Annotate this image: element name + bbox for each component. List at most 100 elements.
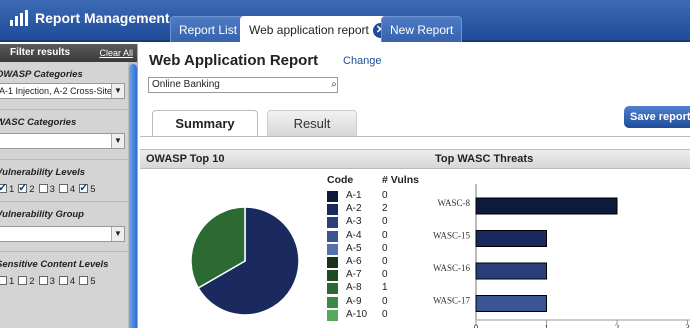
legend-swatch <box>327 283 338 295</box>
sensitive-level-3[interactable]: 3 <box>38 276 55 287</box>
tab-summary[interactable]: Summary <box>152 110 258 136</box>
save-report-button[interactable]: Save report <box>624 106 690 128</box>
checkbox[interactable] <box>58 184 68 193</box>
legend-vulns: 0 <box>382 295 388 307</box>
bar-WASC-8 <box>475 197 618 215</box>
legend-code: A-2 <box>346 203 362 215</box>
checkbox[interactable] <box>0 181 7 194</box>
checkbox[interactable] <box>58 276 68 285</box>
bar-WASC-17 <box>475 295 547 312</box>
legend-code: A-7 <box>346 269 362 281</box>
checkbox-label: 4 <box>69 184 76 195</box>
legend-code: A-3 <box>346 216 362 228</box>
save-label: Save report <box>630 111 690 123</box>
checkbox-label: 3 <box>49 276 55 287</box>
checkbox-label: 1 <box>9 276 15 287</box>
sensitive-level-5[interactable]: 5 <box>79 276 95 287</box>
search-value: Online Banking <box>152 79 220 90</box>
vuln-level-1[interactable]: 1 <box>0 181 14 195</box>
legend-vulns: 1 <box>382 282 388 294</box>
sidebar-scrollbar[interactable] <box>128 62 137 328</box>
checkbox[interactable] <box>79 181 88 194</box>
search-icon[interactable]: ⌕ <box>330 78 338 92</box>
owasp-categories-select[interactable]: A-1 Injection, A-2 Cross-Site ▼ <box>0 83 125 99</box>
sensitive-level-4[interactable]: 4 <box>58 276 75 287</box>
legend-swatch <box>327 230 338 242</box>
wasc-categories-label: WASC Categories <box>0 117 77 128</box>
app-brand: Report Management <box>10 10 170 26</box>
checkbox[interactable] <box>79 276 89 285</box>
vuln-level-5[interactable]: 5 <box>79 181 96 195</box>
tab-result[interactable]: Result <box>267 110 357 136</box>
checkbox-label: 5 <box>90 184 96 195</box>
filter-title: Filter results <box>10 47 71 58</box>
legend-swatch <box>327 204 338 216</box>
legend-vulns: 0 <box>382 308 388 320</box>
legend-vulns: 0 <box>382 229 388 241</box>
legend-code: A-6 <box>346 256 362 267</box>
legend-swatch <box>327 217 338 229</box>
change-link[interactable]: Change <box>343 55 382 67</box>
tab-web-application-report[interactable]: Web application report✕ <box>240 16 397 42</box>
legend-swatch <box>327 296 338 308</box>
select-value: A-1 Injection, A-2 Cross-Site <box>0 86 113 96</box>
top-bar: Report Management Report List Web applic… <box>0 0 690 42</box>
bar-WASC-15 <box>475 230 547 247</box>
bar-label: WASC-16 <box>433 263 471 273</box>
bar-label: WASC-17 <box>433 296 471 306</box>
x-tick-label: 2 <box>615 323 620 328</box>
owasp-panel-title: OWASP Top 10 <box>146 153 225 165</box>
checkbox[interactable] <box>0 276 7 285</box>
legend-vulns: 0 <box>382 269 388 281</box>
legend-code: A-8 <box>346 282 362 294</box>
checkbox[interactable] <box>18 181 28 194</box>
checkbox[interactable] <box>38 184 48 193</box>
tab-underline <box>140 136 690 137</box>
checkbox-label: 5 <box>90 276 96 287</box>
legend-swatch <box>327 257 338 268</box>
vulnerability-group-label: Vulnerability Group <box>0 209 84 220</box>
vuln-level-3[interactable]: 3 <box>38 184 55 195</box>
legend-code: A-1 <box>346 190 362 201</box>
chevron-down-icon: ▼ <box>111 84 124 98</box>
legend-vulns: 0 <box>382 216 388 228</box>
search-input[interactable]: Online Banking ⌕ <box>148 77 338 93</box>
vuln-level-2[interactable]: 2 <box>18 181 35 195</box>
checkbox-label: 3 <box>49 184 55 195</box>
tab-label: New Report <box>390 23 454 37</box>
bar-WASC-16 <box>475 262 547 280</box>
page-title: Web Application Report <box>149 52 319 69</box>
vulnerability-levels-checks: 1 2 3 4 5 <box>0 181 137 195</box>
legend-vulns: 0 <box>382 256 388 267</box>
checkbox[interactable] <box>38 276 48 285</box>
vulnerability-levels-label: Vulnerability Levels <box>0 167 86 178</box>
scrollbar-thumb[interactable] <box>129 64 137 328</box>
tab-label: Web application report <box>249 23 369 37</box>
bar-label: WASC-8 <box>437 198 470 208</box>
bar-label: WASC-15 <box>433 231 471 241</box>
wasc-bar-chart: WASC-8 WASC-15 WASC-16 WASC-17 0 1 2 3 <box>433 184 690 328</box>
app-title: Report Management <box>35 10 170 26</box>
vulns-header: # Vulns <box>382 174 419 186</box>
sensitive-content-levels-checks: 1 2 3 4 5 <box>0 276 137 287</box>
vulnerability-group-select[interactable]: ▼ <box>0 226 125 242</box>
owasp-pie-chart <box>190 206 300 316</box>
legend-code: A-10 <box>346 308 368 320</box>
legend-swatch <box>327 309 338 321</box>
legend-code: A-4 <box>346 229 362 241</box>
clear-all-link[interactable]: Clear All <box>99 44 133 62</box>
filter-sidebar: Filter results Clear All OWASP Categorie… <box>0 44 138 328</box>
bar-chart-icon <box>10 10 28 26</box>
legend-swatch <box>327 191 338 202</box>
tab-new-report[interactable]: New Report <box>381 16 463 42</box>
checkbox[interactable] <box>18 276 28 285</box>
legend-swatch <box>327 270 338 282</box>
vuln-level-4[interactable]: 4 <box>58 184 76 195</box>
wasc-categories-select[interactable]: ▼ <box>0 133 125 149</box>
tab-report-list[interactable]: Report List <box>170 16 247 42</box>
sensitive-level-2[interactable]: 2 <box>18 276 35 287</box>
legend-vulns: 0 <box>382 190 388 201</box>
sensitive-content-levels-label: Sensitive Content Levels <box>0 259 109 270</box>
x-tick-label: 1 <box>544 323 549 328</box>
sensitive-level-1[interactable]: 1 <box>0 276 14 287</box>
